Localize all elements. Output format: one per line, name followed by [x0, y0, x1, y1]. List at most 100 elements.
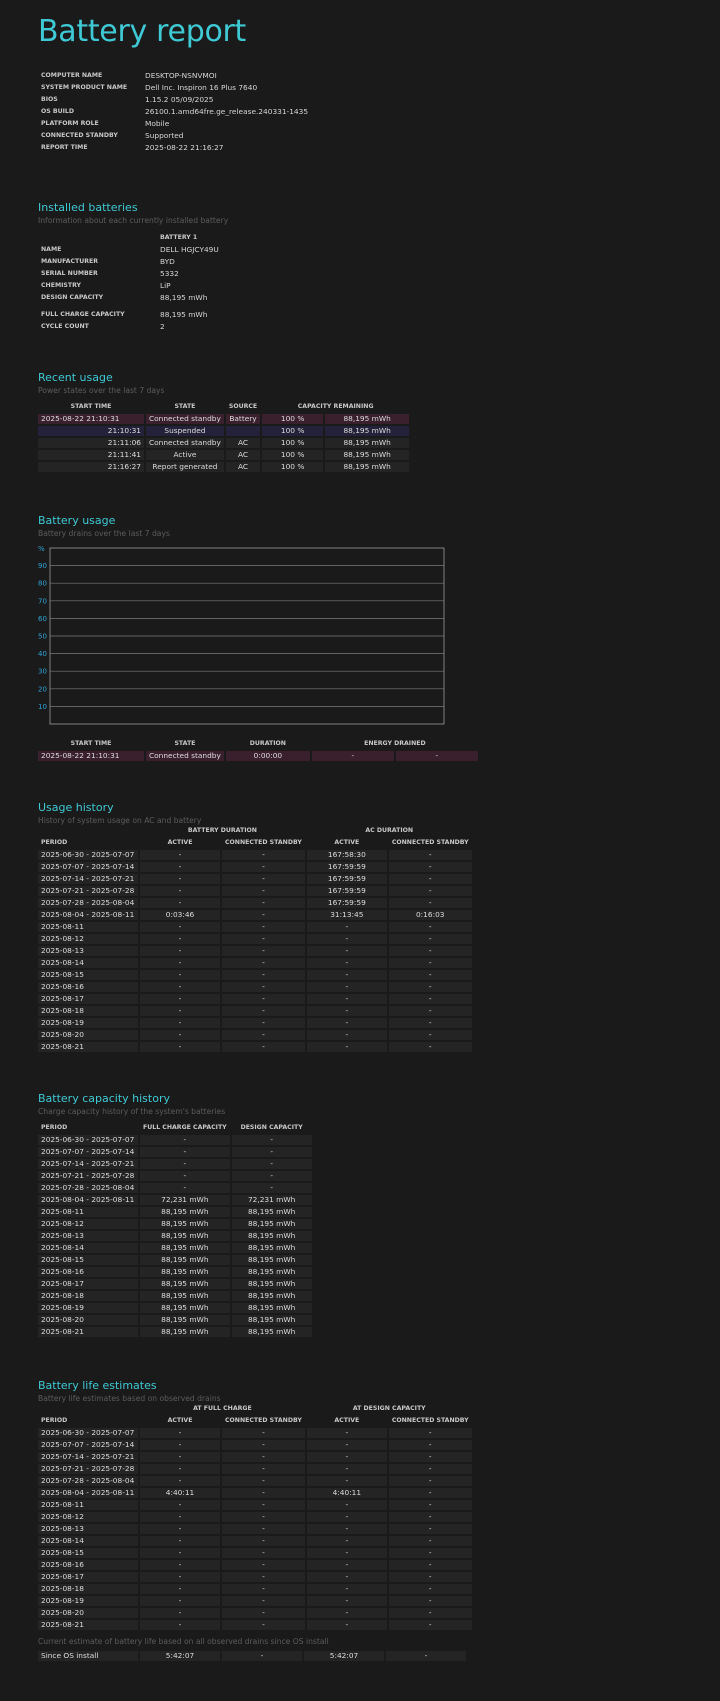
table-cell: 5:42:07 [302, 1651, 384, 1661]
table-cell: 2025-08-19 [38, 1596, 138, 1606]
table-cell: 2025-08-16 [38, 982, 138, 992]
table-cell: - [138, 1452, 220, 1462]
table-cell: - [386, 982, 472, 992]
recent-usage-subtitle: Power states over the last 7 days [38, 386, 165, 395]
table-cell: - [304, 970, 387, 980]
info-row: NAME DELL HGJCY49U [38, 244, 222, 256]
table-row: 2025-07-14 - 2025-07-21- - [38, 1159, 312, 1169]
table-cell: 2025-07-28 - 2025-08-04 [38, 1183, 138, 1193]
info-row: OS BUILD 26100.1.amd64fre.ge_release.2403… [38, 106, 311, 118]
table-cell: - [138, 934, 220, 944]
info-row: SYSTEM PRODUCT NAME Dell Inc. Inspiron 16… [38, 82, 311, 94]
col-battery-active: ACTIVE [138, 838, 220, 848]
table-cell: - [386, 886, 472, 896]
table-cell: - [220, 1428, 305, 1438]
table-cell: - [304, 994, 387, 1004]
table-row: 2025-08-15- - - - [38, 1548, 472, 1558]
table-cell: - [304, 1006, 387, 1016]
table-cell: - [220, 1042, 305, 1052]
recent-usage-table: START TIME STATE SOURCE CAPACITY REMAINI… [38, 400, 410, 474]
table-cell: 2025-07-07 - 2025-07-14 [38, 862, 138, 872]
col-start-time: START TIME [70, 740, 112, 747]
battery-1-header: BATTERY 1 [160, 234, 198, 241]
table-row: 2025-08-11- - - - [38, 1500, 472, 1510]
table-cell: Active [144, 450, 224, 460]
table-cell: 88,195 mWh [323, 426, 410, 436]
table-cell: 88,195 mWh [229, 1243, 312, 1253]
table-row: 21:10:31 Suspended 100 % 88,195 mWh [38, 426, 410, 436]
col-duration: DURATION [223, 739, 310, 749]
table-cell: 88,195 mWh [229, 1327, 312, 1337]
col-period: PERIOD [41, 1124, 68, 1131]
table-cell: - [220, 1548, 305, 1558]
table-cell: 2025-07-14 - 2025-07-21 [38, 874, 138, 884]
table-cell: AC [223, 438, 261, 448]
table-cell: - [386, 1572, 472, 1582]
current-estimate-note: Current estimate of battery life based o… [38, 1637, 329, 1646]
table-row: 2025-07-21 - 2025-07-28- - - - [38, 1464, 472, 1474]
table-cell: 2025-08-22 21:10:31 [38, 751, 144, 761]
table-cell: - [220, 1560, 305, 1570]
y-tick-label: 50 [38, 633, 47, 641]
table-cell: - [304, 1030, 387, 1040]
table-row: 2025-08-20- - - - [38, 1608, 472, 1618]
table-cell: 88,195 mWh [229, 1255, 312, 1265]
table-cell: - [220, 886, 305, 896]
table-cell: - [220, 958, 305, 968]
table-row: 2025-08-21- - - - [38, 1620, 472, 1630]
table-row: 2025-07-14 - 2025-07-21- -167:59:59- [38, 874, 472, 884]
info-value: DELL HGJCY49U [160, 245, 219, 254]
table-cell: - [304, 1536, 387, 1546]
y-tick-label: 10 [38, 703, 47, 711]
table-cell: - [386, 1030, 472, 1040]
table-cell: - [138, 970, 220, 980]
info-key: NAME [41, 246, 62, 253]
col-design: DESIGN CAPACITY [229, 1123, 312, 1133]
battery-duration-group: BATTERY DURATION [138, 826, 305, 836]
table-cell: 2025-08-12 [38, 1219, 138, 1229]
table-cell: 2025-08-20 [38, 1315, 138, 1325]
table-cell: - [386, 1042, 472, 1052]
col-design-active: ACTIVE [304, 1416, 387, 1426]
table-row: 2025-08-04 - 2025-08-11 4:40:11-4:40:11- [38, 1488, 472, 1498]
recent-usage-section: Recent usage Power states over the last … [38, 371, 410, 474]
table-row: 2025-07-14 - 2025-07-21- - - - [38, 1452, 472, 1462]
table-row: 2025-08-19 88,195 mWh 88,195 mWh [38, 1303, 312, 1313]
table-cell: 88,195 mWh [323, 414, 410, 424]
info-value: BYD [160, 257, 175, 266]
table-row: 2025-07-07 - 2025-07-14- - [38, 1147, 312, 1157]
table-cell: 100 % [260, 438, 324, 448]
table-cell: 88,195 mWh [229, 1303, 312, 1313]
table-cell: - [220, 1620, 305, 1630]
info-key: CONNECTED STANDBY [41, 132, 118, 139]
table-cell: - [138, 1500, 220, 1510]
table-cell [223, 426, 261, 436]
table-row: 2025-08-16- - - - [38, 1560, 472, 1570]
table-cell: 88,195 mWh [138, 1267, 230, 1277]
table-cell: 21:16:27 [38, 462, 144, 472]
table-row: 2025-08-19- - - - [38, 1596, 472, 1606]
table-cell: - [304, 1018, 387, 1028]
info-key: OS BUILD [41, 108, 74, 115]
table-cell: - [386, 1500, 472, 1510]
table-cell: 2025-08-11 [38, 922, 138, 932]
table-cell: 88,195 mWh [138, 1291, 230, 1301]
table-cell: 88,195 mWh [229, 1219, 312, 1229]
table-row: 2025-08-16- - - - [38, 982, 472, 992]
table-cell: 4:40:11 [304, 1488, 387, 1498]
table-row: 21:11:41 Active AC 100 % 88,195 mWh [38, 450, 410, 460]
info-row: CHEMISTRY LiP [38, 280, 222, 292]
info-row: DESIGN CAPACITY 88,195 mWh [38, 292, 222, 304]
info-value: Dell Inc. Inspiron 16 Plus 7640 [145, 83, 258, 92]
table-cell: AC [223, 450, 261, 460]
table-cell: 72,231 mWh [229, 1195, 312, 1205]
table-row: 2025-06-30 - 2025-07-07- - - - [38, 1428, 472, 1438]
table-cell: 2025-08-18 [38, 1006, 138, 1016]
table-cell: - [220, 982, 305, 992]
table-cell: 167:59:59 [304, 898, 387, 908]
table-cell: 88,195 mWh [229, 1279, 312, 1289]
info-value: 88,195 mWh [160, 310, 208, 319]
info-row: SERIAL NUMBER 5332 [38, 268, 222, 280]
table-row: 2025-08-15 88,195 mWh 88,195 mWh [38, 1255, 312, 1265]
table-cell: 0:03:46 [138, 910, 220, 920]
